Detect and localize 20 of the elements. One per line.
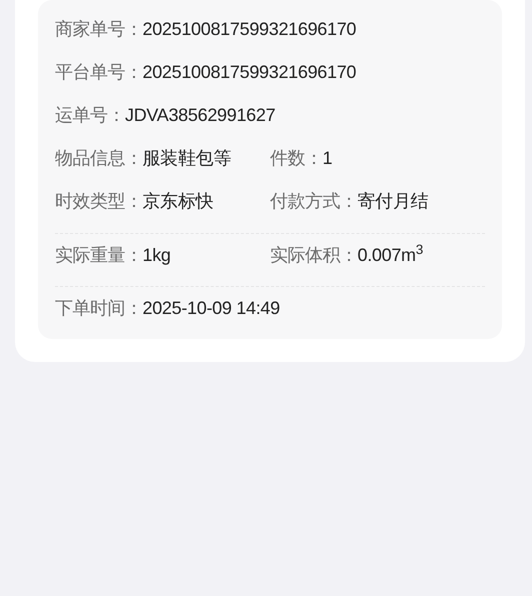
field-label: 平台单号： xyxy=(55,61,142,84)
field-value: 服装鞋包等 xyxy=(142,147,232,170)
field-value: 1 xyxy=(322,147,332,170)
field-value: 寄付月结 xyxy=(358,190,428,213)
field-label: 件数： xyxy=(270,147,322,170)
field-value: 1kg xyxy=(142,244,171,267)
field-label: 下单时间： xyxy=(55,297,142,320)
field-value: 2025100817599321696170 xyxy=(142,18,356,41)
field-label: 实际重量： xyxy=(55,244,142,267)
field-label: 物品信息： xyxy=(55,147,142,170)
field-value: 2025100817599321696170 xyxy=(142,61,356,84)
field-value: 0.007m$^{3}$ xyxy=(358,242,423,267)
field-label: 商家单号： xyxy=(55,18,142,41)
field-label: 时效类型： xyxy=(55,190,142,213)
field-label: 运单号： xyxy=(55,104,125,127)
field-value: 2025-10-09 14:49 xyxy=(142,297,280,320)
field-value: 京东标快 xyxy=(142,190,214,213)
field-value: JDVA38562991627 xyxy=(125,104,276,127)
field-label: 付款方式： xyxy=(270,190,358,213)
field-label: 实际体积： xyxy=(270,244,358,267)
